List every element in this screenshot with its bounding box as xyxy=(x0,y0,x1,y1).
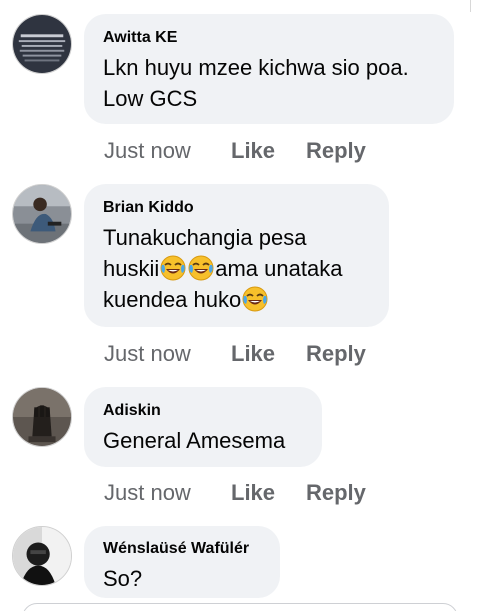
like-button[interactable]: Like xyxy=(231,341,306,367)
comment-text: Tunakuchangia pesa huskii ama unataka kue… xyxy=(103,225,343,312)
divider xyxy=(470,0,471,12)
face-with-tears-of-joy-icon xyxy=(160,255,186,281)
comment-author[interactable]: Brian Kiddo xyxy=(103,198,371,218)
comment-bubble: Awitta KE Lkn huyu mzee kichwa sio poa. … xyxy=(84,14,454,124)
comment-bubble: Adiskin General Amesema xyxy=(84,387,322,467)
avatar[interactable] xyxy=(12,14,72,74)
comment-text: So? xyxy=(103,566,143,591)
avatar-image xyxy=(13,527,71,585)
comment-author[interactable]: Awitta KE xyxy=(103,28,436,48)
comment-actions: Just now Like Reply xyxy=(104,341,366,367)
comment-author[interactable]: Adiskin xyxy=(103,401,304,421)
face-with-tears-of-joy-icon xyxy=(188,255,214,281)
reply-button[interactable]: Reply xyxy=(306,138,366,164)
comment-author[interactable]: Wénslaüsé Wafülér xyxy=(103,539,262,559)
comment-timestamp[interactable]: Just now xyxy=(104,341,231,367)
avatar-image xyxy=(13,15,71,73)
comment-text: General Amesema xyxy=(103,428,286,453)
comment-bubble: Brian Kiddo Tunakuchangia pesa huskii ama… xyxy=(84,184,389,327)
comment-timestamp[interactable]: Just now xyxy=(104,138,231,164)
avatar-image xyxy=(13,388,71,446)
reply-button[interactable]: Reply xyxy=(306,341,366,367)
like-button[interactable]: Like xyxy=(231,480,306,506)
avatar[interactable] xyxy=(12,526,72,586)
avatar-image xyxy=(13,185,71,243)
comment-timestamp[interactable]: Just now xyxy=(104,480,231,506)
face-with-tears-of-joy-icon xyxy=(242,286,268,312)
comment-text: Lkn huyu mzee kichwa sio poa. Low GCS xyxy=(103,55,409,111)
avatar[interactable] xyxy=(12,184,72,244)
comment-bubble: Wénslaüsé Wafülér So? xyxy=(84,526,280,598)
comment-input[interactable] xyxy=(22,603,458,611)
like-button[interactable]: Like xyxy=(231,138,306,164)
reply-button[interactable]: Reply xyxy=(306,480,366,506)
avatar[interactable] xyxy=(12,387,72,447)
comment-actions: Just now Like Reply xyxy=(104,138,366,164)
comment-actions: Just now Like Reply xyxy=(104,480,366,506)
